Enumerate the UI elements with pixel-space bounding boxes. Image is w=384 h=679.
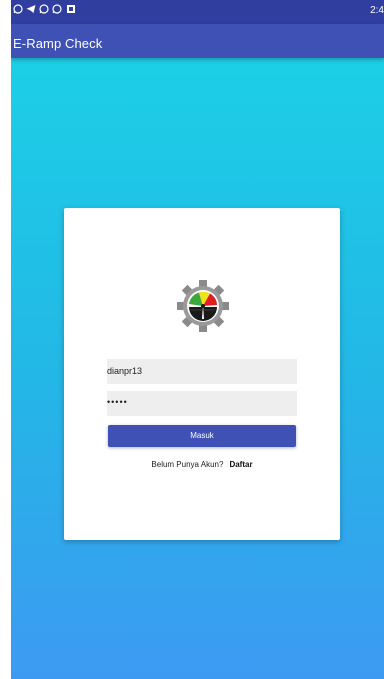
register-prompt: Belum Punya Akun? (151, 460, 224, 469)
password-field[interactable]: ••••• (107, 391, 297, 416)
gear-gauge-logo-icon (177, 280, 229, 332)
password-value: ••••• (107, 397, 128, 407)
status-bar: 2:4 (11, 0, 384, 24)
whatsapp-icon (52, 4, 62, 14)
telegram-icon (26, 5, 36, 13)
app-title: E-Ramp Check (13, 36, 103, 51)
username-value: dianpr13 (107, 366, 143, 376)
app-bar: E-Ramp Check (11, 24, 384, 58)
app-screen: 2:4 E-Ramp Check dianpr13 ••••• Masuk Be… (11, 0, 384, 679)
login-card: dianpr13 ••••• Masuk Belum Punya Akun? Da… (64, 208, 340, 540)
whatsapp-icon (39, 4, 49, 14)
image-icon (67, 5, 75, 13)
status-time: 2:4 (370, 5, 384, 16)
register-row: Belum Punya Akun? Daftar (64, 460, 340, 469)
login-button[interactable]: Masuk (108, 425, 296, 447)
register-link[interactable]: Daftar (229, 460, 252, 469)
username-field[interactable]: dianpr13 (107, 359, 297, 384)
whatsapp-icon (13, 4, 23, 14)
